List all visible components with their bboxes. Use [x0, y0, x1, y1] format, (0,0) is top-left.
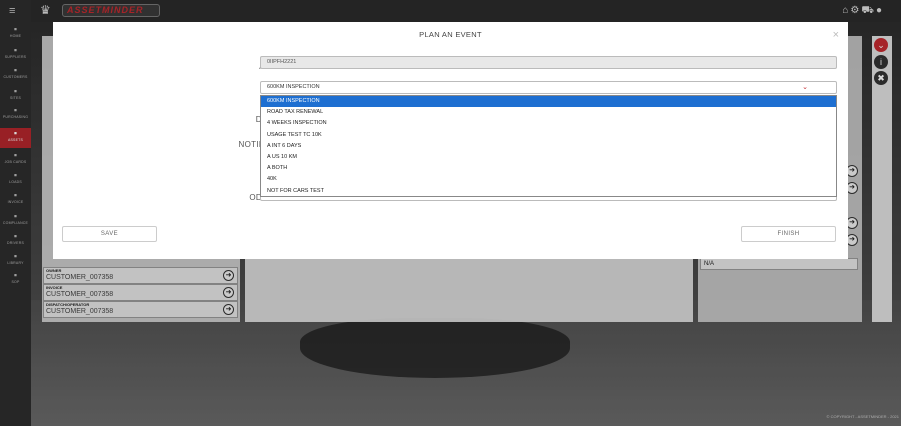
- save-button[interactable]: SAVE: [62, 226, 157, 242]
- chevron-down-icon: ⌄: [802, 84, 808, 91]
- finish-button[interactable]: FINISH: [741, 226, 836, 242]
- event-option[interactable]: A BOTH: [261, 163, 836, 174]
- asset-id-field: 0IIPFH2221: [260, 56, 837, 69]
- event-option[interactable]: A US 10 KM: [261, 152, 836, 163]
- event-selected-value: 600KM INSPECTION: [267, 84, 320, 90]
- close-icon[interactable]: ×: [833, 29, 839, 41]
- modal-title: PLAN AN EVENT: [419, 30, 482, 39]
- event-option[interactable]: A INT 6 DAYS: [261, 141, 836, 152]
- event-option[interactable]: NOT FOR CARS TEST: [261, 186, 836, 197]
- event-option[interactable]: 4 WEEKS INSPECTION: [261, 118, 836, 129]
- event-option[interactable]: USAGE TEST TC 10K: [261, 130, 836, 141]
- event-select[interactable]: 600KM INSPECTION ⌄: [260, 81, 837, 94]
- event-option[interactable]: 40K: [261, 174, 836, 185]
- event-option[interactable]: 600KM INSPECTION: [261, 96, 836, 108]
- event-dropdown-list: 600KM INSPECTION ROAD TAX RENEWAL 4 WEEKS …: [260, 95, 837, 197]
- event-option[interactable]: ROAD TAX RENEWAL: [261, 107, 836, 118]
